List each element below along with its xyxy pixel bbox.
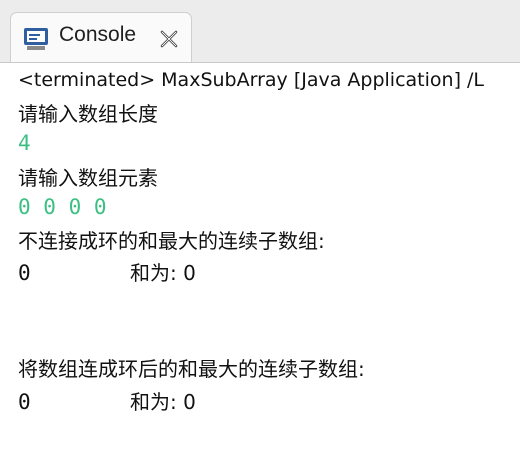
circular-subarray-value: 0 bbox=[18, 390, 31, 414]
prompt-array-length: 请输入数组长度 bbox=[18, 102, 158, 126]
console-tab-title: Console bbox=[59, 23, 137, 46]
prompt-array-elements: 请输入数组元素 bbox=[18, 166, 158, 190]
console-tab[interactable]: Console bbox=[10, 12, 192, 62]
process-status-line: <terminated> MaxSubArray [Java Applicati… bbox=[18, 69, 485, 91]
linear-sum-label: 和为: 0 bbox=[130, 261, 196, 285]
heading-linear-max-subarray: 不连接成环的和最大的连续子数组: bbox=[18, 229, 325, 253]
input-array-elements: 0 0 0 0 bbox=[18, 195, 107, 219]
console-icon bbox=[23, 26, 49, 52]
circular-sum-label: 和为: 0 bbox=[130, 390, 196, 414]
input-array-length: 4 bbox=[18, 131, 31, 155]
linear-subarray-value: 0 bbox=[18, 261, 31, 285]
heading-circular-max-subarray: 将数组连成环后的和最大的连续子数组: bbox=[18, 357, 365, 381]
view-tab-bar: Console bbox=[0, 0, 520, 63]
close-icon[interactable] bbox=[159, 29, 179, 49]
